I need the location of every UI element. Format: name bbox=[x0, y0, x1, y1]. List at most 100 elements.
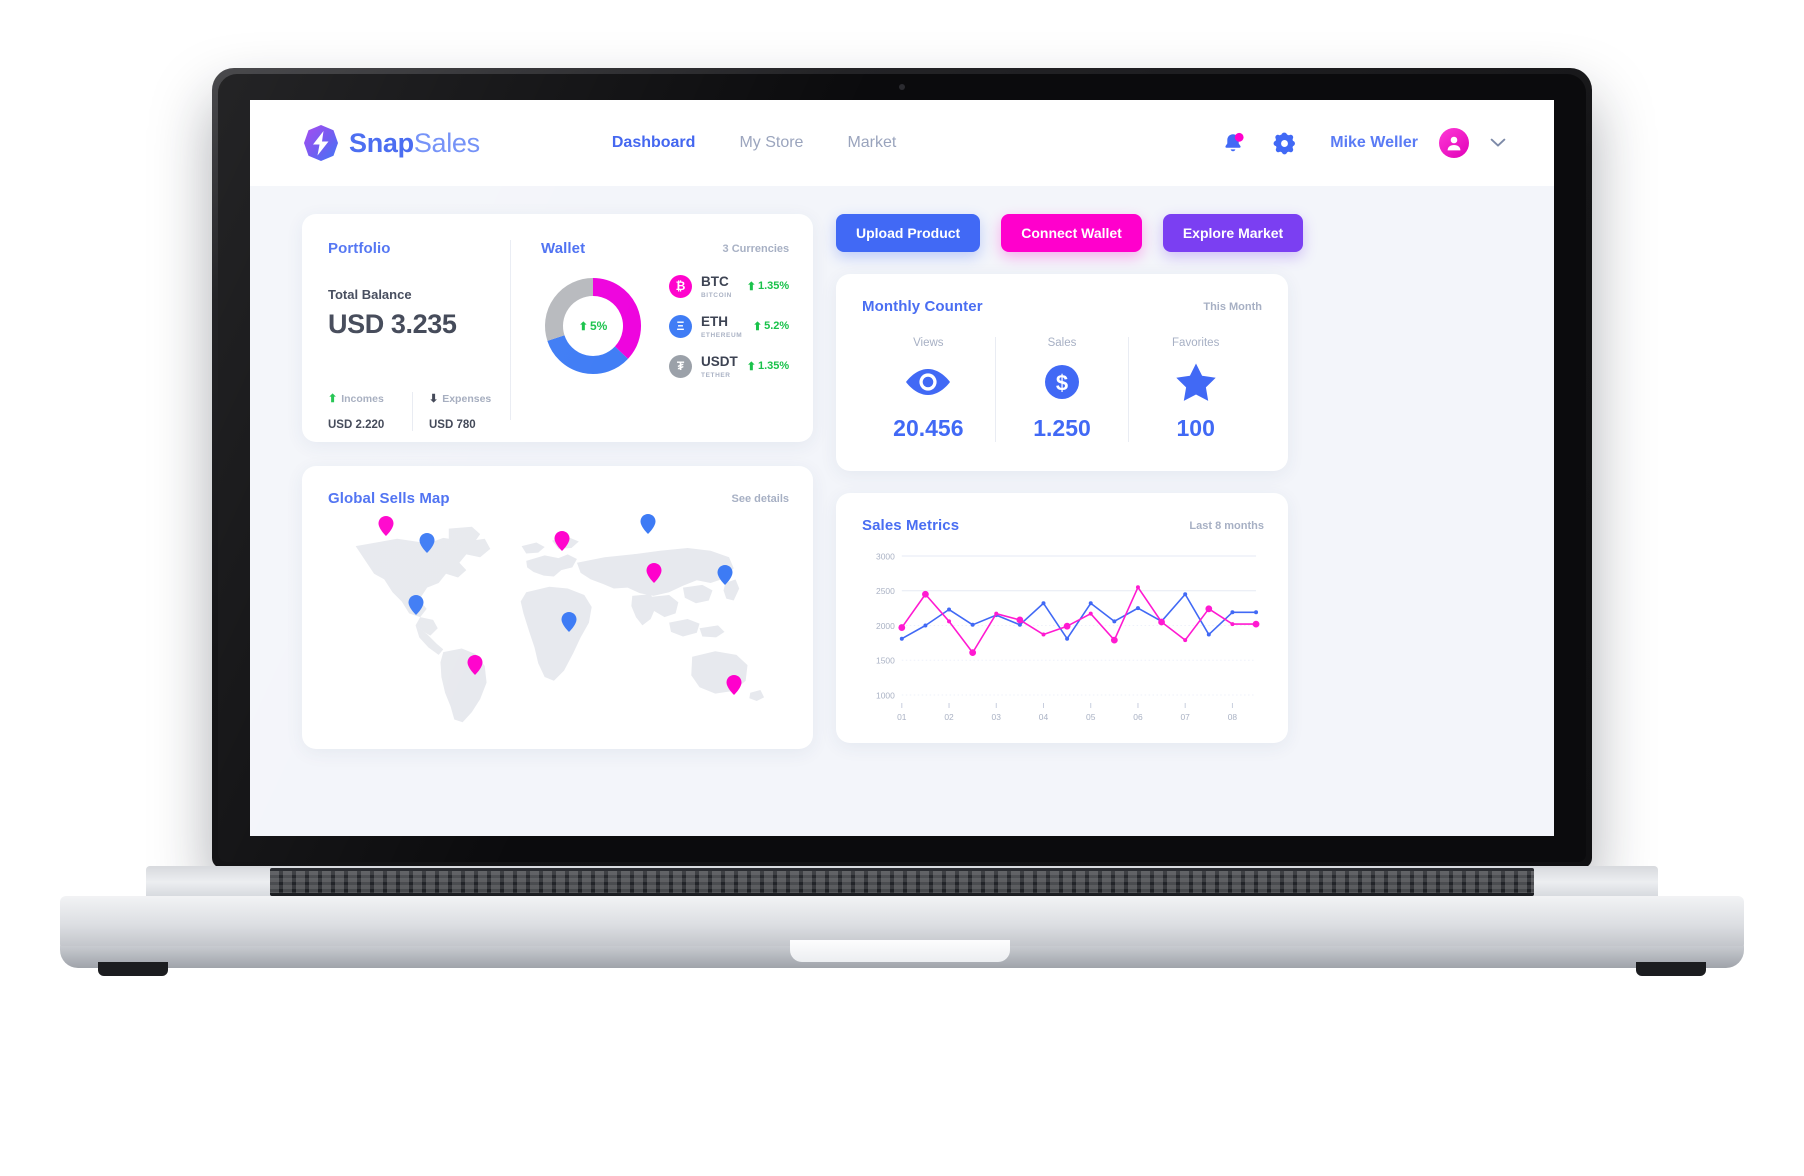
stat-views-label: Views bbox=[913, 337, 944, 349]
map-pin-icon[interactable] bbox=[467, 655, 483, 680]
data-point bbox=[922, 590, 929, 598]
coin-change-btc: ⬆ 1.35% bbox=[746, 280, 790, 293]
x-axis-tick: 08 bbox=[1228, 712, 1238, 722]
stat-sales-value: 1.250 bbox=[1033, 415, 1091, 441]
arrow-up-icon: ⬆ bbox=[578, 320, 588, 333]
coin-symbol: ETH bbox=[701, 314, 728, 329]
monthly-counter-stats: Views 20.456 Sales $ 1.250 Favorites 100 bbox=[862, 337, 1262, 442]
sales-metrics-header: Sales Metrics Last 8 months bbox=[862, 517, 1264, 534]
svg-text:$: $ bbox=[1056, 371, 1068, 396]
income-expense-row: ⬆ Incomes USD 2.220 ⬇ Expenses USD 780 bbox=[328, 392, 496, 431]
map-pin-icon[interactable] bbox=[408, 595, 424, 620]
data-point bbox=[1088, 601, 1093, 606]
brand-name: Snap Sales bbox=[349, 128, 480, 159]
header-actions: Mike Weller bbox=[1218, 128, 1506, 158]
user-name[interactable]: Mike Weller bbox=[1330, 134, 1418, 152]
eth-icon: Ξ bbox=[669, 314, 692, 338]
y-axis-tick: 1500 bbox=[876, 656, 895, 666]
data-point bbox=[1112, 619, 1117, 624]
connect-wallet-button[interactable]: Connect Wallet bbox=[1001, 214, 1142, 252]
brand-logo[interactable]: Snap Sales bbox=[302, 124, 480, 162]
wallet-donut-chart: ⬆ 5% bbox=[541, 274, 645, 378]
incomes-value: USD 2.220 bbox=[328, 419, 385, 431]
coin-name-usdt: USDT TETHER bbox=[701, 353, 738, 379]
data-point bbox=[1088, 611, 1093, 616]
arrow-up-icon: ⬆ bbox=[746, 280, 756, 293]
x-axis-tick: 02 bbox=[944, 712, 954, 722]
y-axis-tick: 1000 bbox=[876, 690, 895, 700]
coin-row-eth[interactable]: Ξ ETH ETHEREUM ⬆ 5.2% bbox=[669, 313, 789, 339]
coin-fullname: TETHER bbox=[701, 372, 731, 379]
explore-market-button[interactable]: Explore Market bbox=[1162, 214, 1304, 252]
data-point bbox=[1183, 592, 1188, 597]
sales-metrics-card: Sales Metrics Last 8 months 1000 1500 2000… bbox=[836, 493, 1288, 743]
coin-fullname: ETHEREUM bbox=[701, 332, 743, 339]
lightning-bolt-icon bbox=[302, 124, 340, 162]
map-pin-icon[interactable] bbox=[646, 562, 662, 588]
user-avatar-icon[interactable] bbox=[1439, 128, 1469, 158]
data-point bbox=[923, 623, 928, 628]
see-details-link[interactable]: See details bbox=[732, 493, 789, 505]
map-pin-icon[interactable] bbox=[640, 513, 656, 539]
map-pin-icon[interactable] bbox=[726, 674, 742, 700]
data-point bbox=[1252, 620, 1260, 628]
laptop-mockup: Snap Sales Dashboard My Store Market Mik… bbox=[0, 0, 1804, 1176]
y-axis-tick: 2000 bbox=[876, 621, 895, 631]
data-point bbox=[898, 624, 906, 631]
coin-name-eth: ETH ETHEREUM bbox=[701, 313, 744, 339]
coin-fullname: BITCOIN bbox=[701, 292, 732, 299]
map-header: Global Sells Map See details bbox=[328, 490, 789, 507]
map-pin-icon[interactable] bbox=[419, 532, 435, 558]
eye-icon bbox=[903, 361, 953, 403]
total-balance-value: USD 3.235 bbox=[328, 309, 457, 339]
coin-symbol: USDT bbox=[701, 354, 738, 369]
screen-viewport: Snap Sales Dashboard My Store Market Mik… bbox=[250, 100, 1554, 836]
arrow-up-icon: ⬆ bbox=[752, 320, 763, 333]
stat-views-value: 20.456 bbox=[893, 415, 964, 441]
map-pin-icon[interactable] bbox=[717, 565, 733, 590]
monthly-counter-card: Monthly Counter This Month Views 20.456 … bbox=[836, 274, 1288, 471]
chevron-down-icon[interactable] bbox=[1490, 135, 1506, 151]
nav-item-dashboard[interactable]: Dashboard bbox=[612, 134, 696, 152]
map-pins-layer bbox=[328, 513, 789, 732]
map-pin-icon[interactable] bbox=[378, 515, 394, 541]
nav-item-market[interactable]: Market bbox=[847, 134, 896, 152]
coin-symbol: BTC bbox=[701, 274, 729, 289]
data-point bbox=[1158, 618, 1165, 626]
map-pin-icon[interactable] bbox=[554, 530, 570, 556]
gear-icon[interactable] bbox=[1269, 128, 1299, 158]
webcam-icon bbox=[899, 84, 905, 90]
stat-sales-label: Sales bbox=[1047, 337, 1077, 349]
data-point bbox=[1065, 636, 1070, 641]
monthly-counter-title: Monthly Counter bbox=[862, 298, 983, 315]
data-point bbox=[970, 622, 975, 627]
map-title: Global Sells Map bbox=[328, 490, 450, 507]
laptop-base-notch bbox=[790, 940, 1010, 962]
data-point bbox=[1110, 636, 1118, 644]
bell-icon[interactable] bbox=[1218, 128, 1248, 158]
coin-name-btc: BTC BITCOIN bbox=[701, 273, 738, 299]
data-point bbox=[1016, 616, 1024, 624]
brand-name-bold: Snap bbox=[349, 127, 414, 158]
main-navigation: Dashboard My Store Market bbox=[612, 134, 897, 152]
coin-row-usdt[interactable]: ₮ USDT TETHER ⬆ 1.35% bbox=[669, 353, 789, 379]
donut-center-value: 5% bbox=[589, 319, 608, 333]
wallet-body: ⬆ 5% ₿ BTC BITCOIN ⬆ 1.35% Ξ ETH ETHEREUM ⬆ 5.2% ₮… bbox=[541, 273, 789, 379]
wallet-currency-count: 3 Currencies bbox=[722, 242, 790, 255]
data-point bbox=[947, 607, 952, 612]
global-sells-map-card: Global Sells Map See details bbox=[302, 466, 813, 749]
map-pin-icon[interactable] bbox=[561, 612, 577, 637]
data-point bbox=[1183, 638, 1188, 643]
data-point bbox=[1230, 622, 1235, 627]
nav-item-my-store[interactable]: My Store bbox=[739, 134, 803, 152]
upload-product-button[interactable]: Upload Product bbox=[836, 214, 981, 252]
wallet-title: Wallet bbox=[541, 240, 586, 257]
y-axis-tick: 2500 bbox=[876, 586, 895, 596]
data-point bbox=[969, 649, 977, 657]
arrow-down-icon: ⬇ bbox=[429, 393, 439, 405]
expenses-label-row: ⬇ Expenses bbox=[429, 392, 496, 406]
sales-metrics-chart: 1000 1500 2000 2500 3000 01 02 03 04 05 06 07 08 bbox=[862, 548, 1264, 733]
laptop-foot-left bbox=[98, 962, 168, 976]
coin-row-btc[interactable]: ₿ BTC BITCOIN ⬆ 1.35% bbox=[669, 273, 789, 299]
stat-favorites-value: 100 bbox=[1176, 415, 1215, 441]
